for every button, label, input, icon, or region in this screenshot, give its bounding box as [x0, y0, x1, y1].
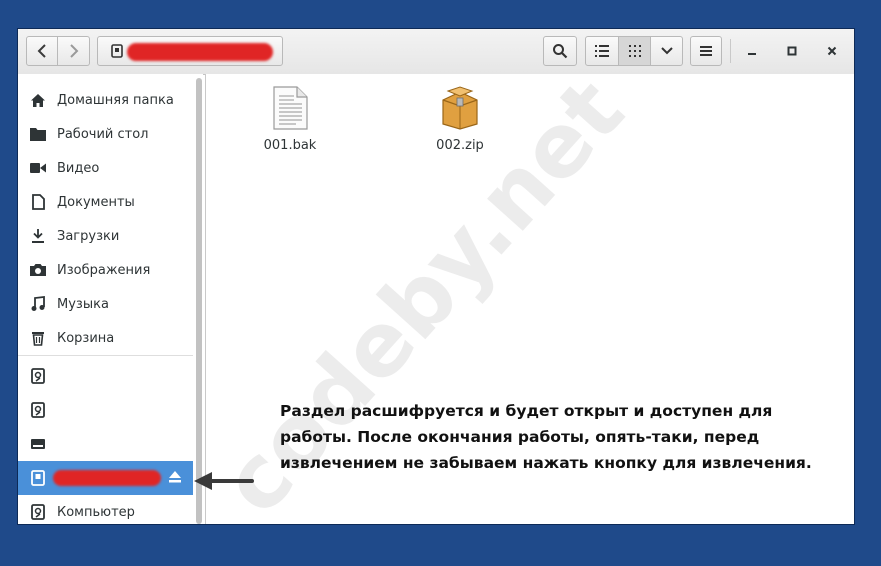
video-icon: [29, 159, 47, 177]
drive-icon: [29, 367, 47, 385]
annotation-line: извлечением не забываем нажать кнопку дл…: [280, 454, 812, 472]
sidebar-item-label: Корзина: [57, 330, 115, 346]
redacted-path-label: [127, 43, 273, 61]
maximize-icon: [787, 46, 797, 56]
menu-icon: [700, 46, 712, 56]
header-separator: [730, 39, 731, 63]
places-sidebar: Домашняя папка Рабочий стол Видео Докуме…: [18, 74, 203, 524]
sidebar-item-documents[interactable]: Документы: [18, 185, 193, 219]
chevron-down-icon: [660, 47, 673, 55]
annotation-text: Раздел расшифруется и будет открыт и дос…: [280, 398, 840, 476]
archive-icon: [442, 86, 478, 130]
close-icon: [827, 46, 837, 56]
sidebar-item-volume-1[interactable]: [18, 359, 193, 393]
view-options-button[interactable]: [651, 36, 683, 66]
file-item[interactable]: 001.bak: [245, 86, 335, 153]
list-view-button[interactable]: [585, 36, 619, 66]
minimize-icon: [748, 53, 756, 55]
forward-button[interactable]: [58, 36, 90, 66]
disk-icon: [29, 435, 47, 453]
sidebar-item-home[interactable]: Домашняя папка: [18, 83, 193, 117]
sidebar-item-label: Домашняя папка: [57, 92, 174, 108]
text-file-icon: [273, 86, 308, 130]
camera-icon: [29, 261, 47, 279]
sidebar-item-music[interactable]: Музыка: [18, 287, 193, 321]
sidebar-item-label: Загрузки: [57, 228, 120, 244]
grid-view-icon: [628, 45, 641, 57]
sidebar-scrollbar-thumb[interactable]: [196, 78, 202, 524]
sidebar-item-trash[interactable]: Корзина: [18, 321, 193, 355]
file-name: 001.bak: [263, 138, 317, 153]
file-name: 002.zip: [436, 138, 484, 153]
eject-icon[interactable]: [168, 470, 182, 488]
header-bar: [18, 29, 854, 75]
sidebar-item-label: Документы: [57, 194, 135, 210]
document-icon: [29, 193, 47, 211]
drive-icon: [29, 401, 47, 419]
sidebar-item-label: Изображения: [57, 262, 151, 278]
home-icon: [29, 91, 47, 109]
sidebar-item-video[interactable]: Видео: [18, 151, 193, 185]
drive-icon: [29, 503, 47, 521]
sidebar-item-label: Компьютер: [57, 504, 135, 520]
minimize-button[interactable]: [737, 36, 767, 66]
sidebar-scrollbar[interactable]: [196, 78, 203, 524]
maximize-button[interactable]: [777, 36, 807, 66]
sidebar-item-encrypted-volume[interactable]: [18, 461, 193, 495]
go-forward-icon: [69, 44, 78, 58]
redacted-volume-label: [53, 470, 161, 486]
go-back-icon: [37, 44, 46, 58]
close-button[interactable]: [817, 36, 847, 66]
annotation-line: Раздел расшифруется и будет открыт и дос…: [280, 402, 773, 420]
list-view-icon: [595, 45, 609, 57]
sidebar-item-label: Музыка: [57, 296, 109, 312]
sidebar-item-volume-2[interactable]: [18, 393, 193, 427]
search-icon: [553, 44, 568, 59]
file-item[interactable]: 002.zip: [415, 86, 505, 153]
drive-icon: [29, 469, 47, 487]
sidebar-separator: [18, 355, 193, 356]
search-button[interactable]: [543, 36, 577, 66]
sidebar-item-downloads[interactable]: Загрузки: [18, 219, 193, 253]
annotation-line: работы. После окончания работы, опять-та…: [280, 428, 760, 446]
trash-icon: [29, 329, 47, 347]
music-icon: [29, 295, 47, 313]
drive-icon: [111, 44, 123, 58]
download-icon: [29, 227, 47, 245]
back-button[interactable]: [26, 36, 58, 66]
sidebar-item-computer[interactable]: Компьютер: [18, 495, 193, 529]
sidebar-item-pictures[interactable]: Изображения: [18, 253, 193, 287]
desktop-folder-icon: [29, 125, 47, 143]
grid-view-button[interactable]: [619, 36, 651, 66]
sidebar-item-label: Видео: [57, 160, 100, 176]
location-path-button[interactable]: [97, 36, 283, 66]
sidebar-item-disk[interactable]: [18, 427, 193, 461]
pointer-arrow: [194, 472, 254, 490]
sidebar-item-label: Рабочий стол: [57, 126, 149, 142]
app-menu-button[interactable]: [690, 36, 722, 66]
sidebar-item-desktop[interactable]: Рабочий стол: [18, 117, 193, 151]
